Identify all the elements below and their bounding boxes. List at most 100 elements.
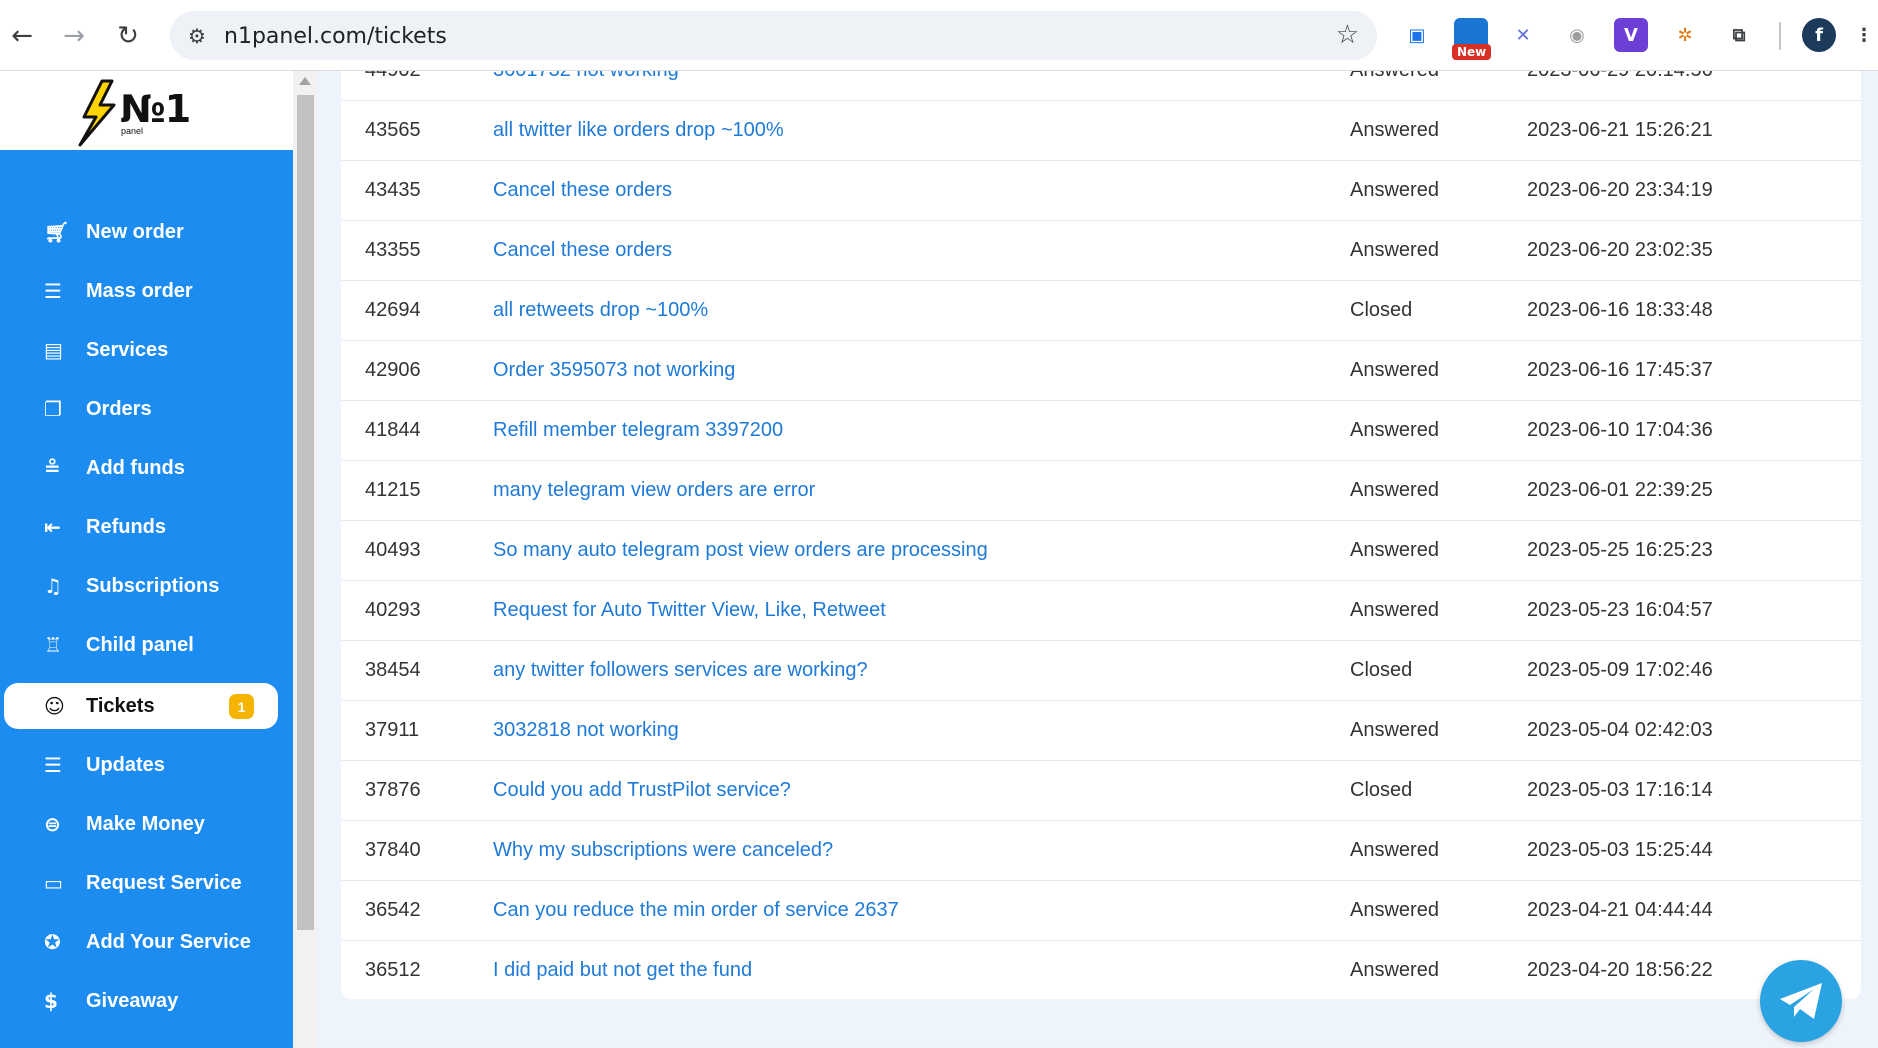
table-row[interactable]: 37911 3032818 not working Answered 2023-…	[341, 701, 1861, 761]
ticket-id: 40493	[365, 539, 421, 561]
sidebar-item-subscriptions[interactable]: ♫ Subscriptions	[4, 563, 278, 609]
sidebar-item-label: Mass order	[86, 279, 193, 302]
ticket-date: 2023-04-21 04:44:44	[1527, 899, 1713, 921]
table-row[interactable]: 41844 Refill member telegram 3397200 Ans…	[341, 401, 1861, 461]
sidebar-item-tickets[interactable]: ☺ Tickets 1	[4, 683, 278, 729]
table-row[interactable]: 40493 So many auto telegram post view or…	[341, 521, 1861, 581]
gear-extension-icon[interactable]: ✲	[1668, 18, 1702, 52]
sidebar-item-services[interactable]: ▤ Services	[4, 327, 278, 373]
table-row[interactable]: 42906 Order 3595073 not working Answered…	[341, 341, 1861, 401]
sidebar-item-label: Add Your Service	[86, 930, 251, 953]
ticket-subject-link[interactable]: all retweets drop ~100%	[493, 299, 708, 322]
ticket-status: Answered	[1350, 119, 1439, 141]
sidebar-item-label: Orders	[86, 397, 152, 420]
table-row[interactable]: 37840 Why my subscriptions were canceled…	[341, 821, 1861, 881]
ticket-subject-link[interactable]: Can you reduce the min order of service …	[493, 899, 899, 922]
ticket-id: 41215	[365, 479, 421, 501]
ticket-status: Answered	[1350, 839, 1439, 861]
orders-icon: ❐	[44, 397, 62, 421]
ticket-subject-link[interactable]: 3032818 not working	[493, 719, 679, 742]
ticket-date: 2023-06-01 22:39:25	[1527, 479, 1713, 501]
tickets-count-badge: 1	[229, 694, 254, 719]
ticket-subject-link[interactable]: Order 3595073 not working	[493, 359, 735, 382]
logo-text: №1	[120, 87, 191, 131]
address-bar[interactable]: ⚙ n1panel.com/tickets ☆	[170, 11, 1377, 60]
table-row[interactable]: 41215 many telegram view orders are erro…	[341, 461, 1861, 521]
sidebar-item-add-funds[interactable]: ≗ Add funds	[4, 445, 278, 491]
ticket-id: 43435	[365, 179, 421, 201]
ticket-date: 2023-06-20 23:02:35	[1527, 239, 1713, 261]
layers-icon: ☰	[44, 279, 62, 303]
table-row[interactable]: 36542 Can you reduce the min order of se…	[341, 881, 1861, 941]
table-row[interactable]: 43435 Cancel these orders Answered 2023-…	[341, 161, 1861, 221]
x-extension-icon[interactable]: ✕	[1506, 18, 1540, 52]
sidebar-item-make-money[interactable]: ⊜ Make Money	[4, 801, 278, 847]
sidebar-scrollbar[interactable]	[293, 71, 318, 1048]
sidebar-item-label: Add funds	[86, 456, 185, 479]
browser-toolbar: ← → ↻ ⚙ n1panel.com/tickets ☆ ▣ New ✕ ◉ …	[0, 0, 1878, 71]
sidebar-item-request-service[interactable]: ▭ Request Service	[4, 860, 278, 906]
ticket-subject-link[interactable]: all twitter like orders drop ~100%	[493, 119, 784, 142]
ticket-subject-link[interactable]: Cancel these orders	[493, 239, 672, 262]
ticket-id: 36512	[365, 959, 421, 981]
ticket-subject-link[interactable]: any twitter followers services are worki…	[493, 659, 868, 682]
ticket-id: 37911	[365, 719, 420, 741]
forward-arrow-icon[interactable]: →	[54, 16, 94, 56]
user-icon: ☺	[44, 694, 65, 718]
ticket-status: Answered	[1350, 71, 1439, 82]
sidebar-item-label: Subscriptions	[86, 574, 220, 597]
ticket-id: 38454	[365, 659, 421, 681]
translate-extension-icon[interactable]: ▣	[1400, 18, 1434, 52]
circle-extension-icon[interactable]: ◉	[1560, 18, 1594, 52]
ticket-subject-link[interactable]: I did paid but not get the fund	[493, 959, 752, 982]
sidebar-item-new-order[interactable]: 🛒︎ New order	[4, 209, 278, 255]
logo[interactable]: №1 panel	[0, 71, 293, 150]
menu-kebab-icon[interactable]: ⋮	[1855, 18, 1873, 52]
table-row[interactable]: 37876 Could you add TrustPilot service? …	[341, 761, 1861, 821]
table-row[interactable]: 36512 I did paid but not get the fund An…	[341, 941, 1861, 999]
table-row[interactable]: 42694 all retweets drop ~100% Closed 202…	[341, 281, 1861, 341]
table-row[interactable]: 44902 3601732 not working Answered 2023-…	[341, 71, 1861, 101]
profile-avatar[interactable]: f	[1802, 18, 1836, 52]
sidebar-item-refunds[interactable]: ⇤ Refunds	[4, 504, 278, 550]
table-row[interactable]: 40293 Request for Auto Twitter View, Lik…	[341, 581, 1861, 641]
telegram-chat-button[interactable]	[1760, 960, 1842, 1042]
ticket-subject-link[interactable]: Why my subscriptions were canceled?	[493, 839, 833, 862]
ticket-subject-link[interactable]: Request for Auto Twitter View, Like, Ret…	[493, 599, 886, 622]
url-text[interactable]: n1panel.com/tickets	[224, 24, 447, 49]
ticket-status: Answered	[1350, 719, 1439, 741]
updates-icon: ☰	[44, 753, 62, 777]
reload-icon[interactable]: ↻	[108, 16, 148, 56]
table-row[interactable]: 43355 Cancel these orders Answered 2023-…	[341, 221, 1861, 281]
ticket-status: Answered	[1350, 419, 1439, 441]
site-settings-icon[interactable]: ⚙	[184, 23, 210, 49]
ticket-subject-link[interactable]: Cancel these orders	[493, 179, 672, 202]
ticket-subject-link[interactable]: 3601732 not working	[493, 71, 679, 82]
ticket-subject-link[interactable]: Could you add TrustPilot service?	[493, 779, 791, 802]
ticket-id: 36542	[365, 899, 421, 921]
ticket-status: Answered	[1350, 179, 1439, 201]
ticket-id: 43355	[365, 239, 421, 261]
extensions-puzzle-icon[interactable]: ⧉	[1722, 18, 1756, 52]
telegram-icon	[1780, 983, 1822, 1019]
ticket-subject-link[interactable]: Refill member telegram 3397200	[493, 419, 783, 442]
scrollbar-thumb[interactable]	[297, 95, 314, 930]
scroll-up-arrow-icon[interactable]	[299, 77, 311, 85]
ticket-subject-link[interactable]: many telegram view orders are error	[493, 479, 815, 502]
sidebar-item-mass-order[interactable]: ☰ Mass order	[4, 268, 278, 314]
sidebar-item-giveaway[interactable]: $ Giveaway	[4, 978, 278, 1024]
v-extension-icon[interactable]: V	[1614, 18, 1648, 52]
back-arrow-icon[interactable]: ←	[2, 16, 42, 56]
table-row[interactable]: 43565 all twitter like orders drop ~100%…	[341, 101, 1861, 161]
sidebar-item-orders[interactable]: ❐ Orders	[4, 386, 278, 432]
ticket-subject-link[interactable]: So many auto telegram post view orders a…	[493, 539, 988, 562]
ticket-date: 2023-05-03 17:16:14	[1527, 779, 1713, 801]
sidebar-item-updates[interactable]: ☰ Updates	[4, 742, 278, 788]
table-row[interactable]: 38454 any twitter followers services are…	[341, 641, 1861, 701]
bookmark-star-icon[interactable]: ☆	[1336, 20, 1359, 50]
new-extension-icon[interactable]: New	[1452, 18, 1492, 60]
sidebar-item-add-your-service[interactable]: ✪ Add Your Service	[4, 919, 278, 965]
sidebar-item-label: Child panel	[86, 633, 194, 656]
list-icon: ▤	[44, 338, 63, 362]
sidebar-item-child-panel[interactable]: ♖ Child panel	[4, 622, 278, 668]
